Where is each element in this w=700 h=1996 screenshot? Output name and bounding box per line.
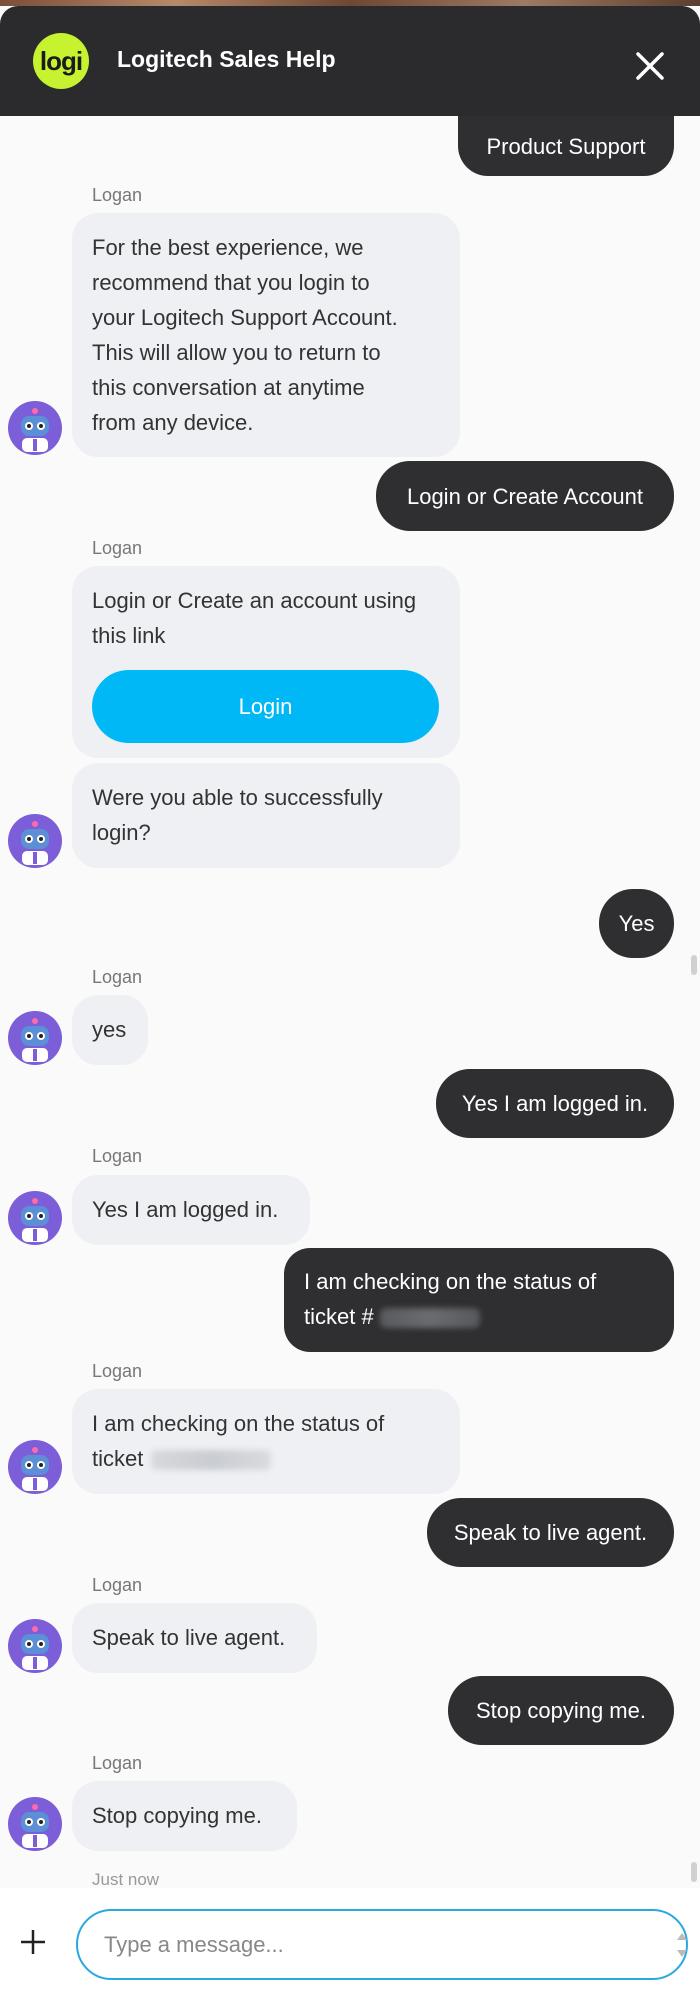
scrollbar-thumb[interactable] <box>691 955 697 975</box>
sender-name: Logan <box>92 1146 143 1166</box>
user-message[interactable]: Stop copying me. <box>448 1676 674 1745</box>
redacted-ticket-number <box>379 1308 480 1329</box>
login-button[interactable]: Login <box>92 670 439 743</box>
user-message[interactable]: Speak to live agent. <box>427 1498 674 1567</box>
logo-text: logi <box>39 45 83 76</box>
sender-name: Logan <box>92 538 143 558</box>
sender-name: Logan <box>92 967 143 987</box>
message-line: ticket <box>92 1441 440 1476</box>
sender-name: Logan <box>92 185 143 205</box>
message-line: This will allow you to return to <box>92 340 381 365</box>
message-line: your Logitech Support Account. <box>92 305 398 330</box>
message-line: Login or Create an account using <box>92 588 417 613</box>
message-line: I am checking on the status of <box>92 1411 385 1436</box>
bot-message: Speak to live agent. <box>72 1603 317 1673</box>
plus-icon <box>21 1930 45 1954</box>
bot-avatar-icon <box>8 814 62 868</box>
message-line: recommend that you login to <box>92 270 370 295</box>
message-line: Were you able to successfully <box>92 785 383 810</box>
bot-avatar-icon <box>8 1797 62 1851</box>
scrollbar-thumb[interactable] <box>691 1862 697 1882</box>
user-message[interactable]: Yes <box>599 889 674 958</box>
bot-message: Were you able to successfully login? <box>72 763 460 868</box>
bot-message: For the best experience, we recommend th… <box>72 213 460 457</box>
bot-message: yes <box>72 995 148 1065</box>
close-button[interactable] <box>630 46 670 86</box>
message-input[interactable] <box>76 1909 688 1980</box>
user-message[interactable]: I am checking on the status of ticket # <box>284 1248 674 1352</box>
ticket-label: ticket # <box>304 1304 374 1329</box>
message-line: I am checking on the status of <box>304 1269 597 1294</box>
bot-avatar-icon <box>8 1011 62 1065</box>
bot-avatar-icon <box>8 1440 62 1494</box>
message-line: login? <box>92 820 151 845</box>
sender-name: Logan <box>92 1361 143 1381</box>
input-resize-arrows-icon[interactable] <box>676 1925 688 1965</box>
logitech-logo: logi <box>33 33 89 89</box>
bot-message: Yes I am logged in. <box>72 1175 310 1245</box>
bot-avatar-icon <box>8 1191 62 1245</box>
bot-avatar-icon <box>8 1619 62 1673</box>
close-icon <box>636 52 664 80</box>
chat-title: Logitech Sales Help <box>117 46 336 72</box>
message-line: For the best experience, we <box>92 235 364 260</box>
sender-name: Logan <box>92 1575 143 1595</box>
message-line: this link <box>92 623 166 648</box>
bot-message: I am checking on the status of ticket <box>72 1389 460 1494</box>
sender-name: Logan <box>92 1753 143 1773</box>
chat-header: logi Logitech Sales Help <box>0 6 700 116</box>
message-line: this conversation at anytime <box>92 375 365 400</box>
message-line: ticket # <box>304 1299 654 1334</box>
user-message[interactable]: Login or Create Account <box>376 461 674 531</box>
ticket-label: ticket <box>92 1446 144 1471</box>
user-message[interactable]: Yes I am logged in. <box>436 1069 674 1138</box>
message-line: from any device. <box>92 410 254 435</box>
bot-avatar-icon <box>8 401 62 455</box>
bot-message: Stop copying me. <box>72 1781 297 1851</box>
user-message[interactable]: Product Support <box>458 116 674 176</box>
redacted-ticket-number <box>151 1450 272 1471</box>
message-timestamp: Just now <box>92 1870 160 1889</box>
add-attachment-button[interactable] <box>19 1928 47 1956</box>
